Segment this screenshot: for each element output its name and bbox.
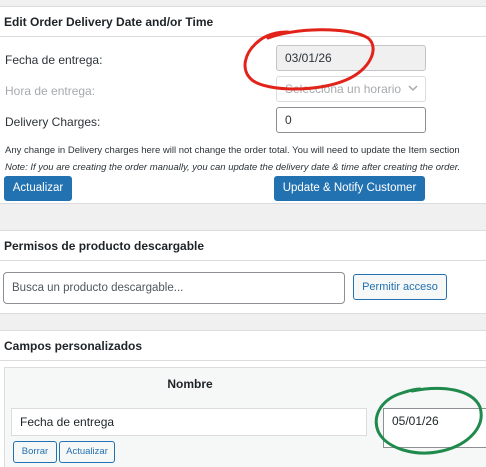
custom-field-value-textarea[interactable]: 05/01/26	[383, 408, 486, 448]
charges-note: Any change in Delivery charges here will…	[5, 145, 460, 156]
downloadable-product-search[interactable]: Busca un producto descargable...	[3, 272, 345, 304]
delivery-charges-input[interactable]: 0	[276, 107, 426, 133]
custom-fields-panel: Campos personalizados Nombre Fecha de en…	[0, 330, 486, 467]
custom-field-name-input[interactable]: Fecha de entrega	[11, 408, 367, 436]
downloadable-permissions-panel: Permisos de producto descargable Busca u…	[0, 230, 486, 314]
custom-field-name-value: Fecha de entrega	[20, 415, 115, 429]
delivery-charges-label: Delivery Charges:	[5, 115, 101, 129]
manual-order-note: Note: If you are creating the order manu…	[5, 162, 461, 173]
delete-custom-field-button[interactable]: Borrar	[13, 441, 57, 463]
delivery-panel-title: Edit Order Delivery Date and/or Time	[0, 7, 486, 37]
update-delivery-button[interactable]: Actualizar	[4, 176, 72, 201]
chevron-down-icon	[408, 85, 418, 92]
grant-access-button[interactable]: Permitir acceso	[353, 274, 447, 300]
custom-fields-table: Nombre Fecha de entrega 05/01/26 Borrar …	[4, 367, 486, 467]
downloadable-product-search-placeholder: Busca un producto descargable...	[12, 282, 184, 294]
delivery-time-select[interactable]: Selecciona un horario	[276, 76, 426, 102]
update-custom-field-button[interactable]: Actualizar	[59, 441, 115, 463]
delivery-date-label: Fecha de entrega:	[5, 53, 103, 67]
delivery-charges-value: 0	[285, 113, 292, 127]
downloadable-permissions-title: Permisos de producto descargable	[0, 231, 486, 261]
delivery-date-value: 03/01/26	[285, 51, 332, 65]
custom-field-value: 05/01/26	[392, 414, 439, 428]
update-notify-customer-button[interactable]: Update & Notify Customer	[274, 176, 425, 201]
delivery-time-placeholder: Selecciona un horario	[285, 82, 402, 96]
delivery-panel: Edit Order Delivery Date and/or Time Fec…	[0, 6, 486, 204]
name-column-header: Nombre	[167, 377, 213, 391]
custom-fields-title: Campos personalizados	[0, 331, 486, 361]
delivery-time-label: Hora de entrega:	[5, 84, 96, 98]
delivery-date-field[interactable]: 03/01/26	[276, 45, 426, 71]
